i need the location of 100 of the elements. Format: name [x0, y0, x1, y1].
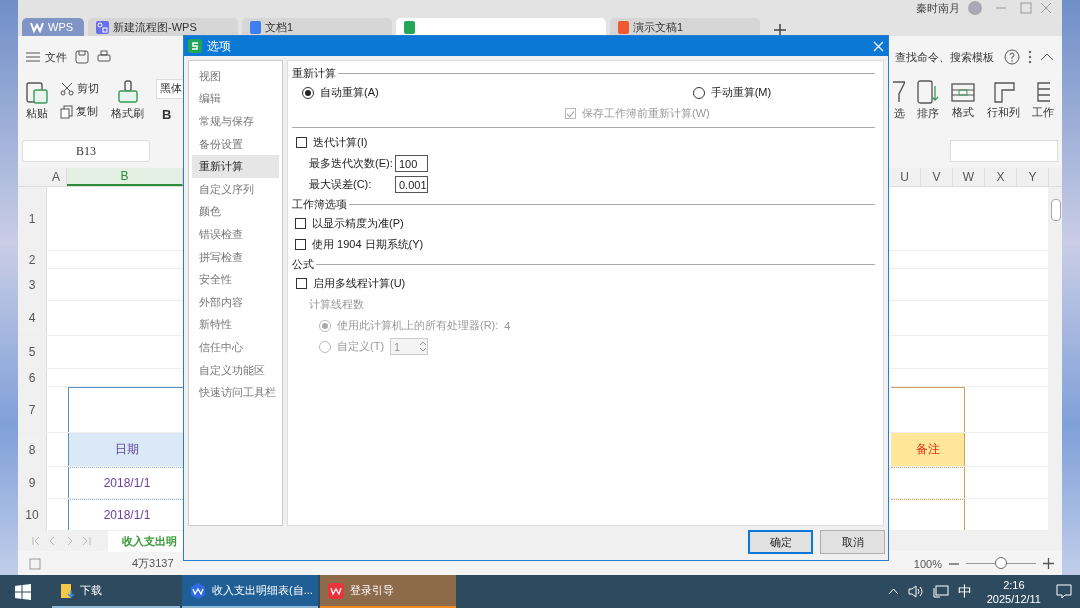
- nav-item[interactable]: 信任中心: [192, 336, 279, 359]
- presentation-icon: [618, 20, 629, 34]
- radio-button[interactable]: [692, 86, 705, 99]
- input-field[interactable]: 100: [395, 155, 428, 172]
- ok-button[interactable]: 确定: [748, 530, 813, 554]
- spreadsheet-icon: [404, 20, 415, 34]
- sort-button[interactable]: 排序: [913, 79, 943, 121]
- formula-field[interactable]: [950, 140, 1058, 162]
- nav-item[interactable]: 拼写检查: [192, 245, 279, 269]
- table-header-cell: 备注: [891, 433, 965, 466]
- checkbox-label[interactable]: 以显示精度为准(P): [312, 216, 404, 231]
- save-icon[interactable]: [75, 50, 89, 64]
- taskbar-item[interactable]: 下载: [52, 575, 180, 608]
- file-menu[interactable]: 文件: [26, 49, 67, 65]
- format-button[interactable]: 格式: [947, 80, 979, 120]
- command-search[interactable]: 查找命令、搜索模板: [895, 49, 994, 65]
- row-header[interactable]: 9: [18, 467, 47, 498]
- input-method-indicator[interactable]: 中: [957, 582, 972, 601]
- field-label: 最大误差(C):: [309, 177, 373, 192]
- row-header[interactable]: 4: [18, 301, 47, 335]
- nav-item[interactable]: 错误检查: [192, 223, 279, 246]
- table-header-cell: 日期: [68, 433, 185, 466]
- row-header[interactable]: 8: [18, 433, 47, 466]
- row-header[interactable]: 6: [18, 369, 47, 386]
- row-header[interactable]: 3: [18, 269, 47, 300]
- group-label: 计算线程数: [309, 297, 364, 312]
- brush-button[interactable]: 格式刷: [107, 79, 148, 121]
- notification-icon[interactable]: [1056, 584, 1072, 599]
- cancel-button[interactable]: 取消: [820, 530, 885, 554]
- nav-item[interactable]: 自定义序列: [192, 177, 279, 201]
- wps-logo-icon: [190, 582, 206, 599]
- new-tab-icon[interactable]: [774, 24, 786, 36]
- bold-button[interactable]: B: [162, 106, 172, 122]
- nav-item[interactable]: 重新计算: [192, 155, 279, 178]
- section-heading: 公式: [292, 256, 314, 272]
- nav-item[interactable]: 编辑: [192, 87, 279, 111]
- paste-button[interactable]: 粘贴: [22, 79, 52, 121]
- nav-item[interactable]: 自定义功能区: [192, 358, 279, 382]
- name-box[interactable]: B13: [22, 140, 150, 162]
- document-tab[interactable]: 文档1: [242, 18, 392, 36]
- print-icon[interactable]: [97, 50, 111, 64]
- nav-item[interactable]: 安全性: [192, 268, 279, 291]
- sheet-button[interactable]: 工作: [1028, 80, 1058, 120]
- filter-button[interactable]: 选: [889, 79, 909, 121]
- radio-label[interactable]: 自动重算(A): [320, 85, 379, 100]
- radio-label[interactable]: 手动重算(M): [710, 85, 772, 100]
- copy-icon: [60, 104, 73, 119]
- help-icon[interactable]: [1004, 49, 1020, 65]
- more-icon[interactable]: [1028, 50, 1032, 64]
- rowcol-button[interactable]: 行和列: [983, 80, 1024, 120]
- checkbox-label[interactable]: 迭代计算(I): [313, 135, 368, 150]
- nav-item[interactable]: 新特性: [192, 313, 279, 337]
- collapse-icon[interactable]: [1040, 53, 1054, 61]
- wps-logo-icon: [30, 21, 44, 33]
- user-name: 秦时南月: [916, 0, 960, 16]
- nav-item[interactable]: 外部内容: [192, 290, 279, 314]
- checkbox[interactable]: [296, 278, 307, 289]
- nav-item[interactable]: 颜色: [192, 200, 279, 224]
- zoom-in-icon[interactable]: [1043, 558, 1054, 569]
- column-header[interactable]: W: [953, 168, 985, 186]
- column-header[interactable]: X: [985, 168, 1017, 186]
- section-heading: 重新计算: [292, 65, 336, 81]
- nav-item[interactable]: 快速访问工具栏: [192, 381, 279, 404]
- column-header[interactable]: B: [67, 168, 183, 186]
- clock-date[interactable]: 2025/12/11: [986, 591, 1041, 606]
- clock-time[interactable]: 2:16: [1003, 577, 1025, 592]
- document-tab[interactable]: [396, 18, 606, 36]
- cut-button[interactable]: 剪切: [60, 81, 99, 96]
- copy-button[interactable]: 复制: [60, 104, 98, 119]
- checkbox[interactable]: [296, 137, 307, 148]
- row-header[interactable]: 7: [18, 387, 47, 432]
- checkbox[interactable]: [295, 239, 306, 250]
- zoom-slider[interactable]: [995, 557, 1007, 569]
- nav-item[interactable]: 常规与保存: [192, 110, 279, 133]
- checkbox-label[interactable]: 使用 1904 日期系统(Y): [312, 237, 424, 252]
- checkbox[interactable]: [295, 218, 306, 229]
- chevron-up-icon[interactable]: [887, 588, 899, 595]
- column-header[interactable]: V: [921, 168, 953, 186]
- status-count: 4万3137: [132, 556, 174, 571]
- document-tab[interactable]: 演示文稿1: [610, 18, 760, 36]
- taskbar-item[interactable]: 收入支出明细表(自...: [182, 575, 318, 608]
- column-header[interactable]: Y: [1017, 168, 1049, 186]
- wps-logo-icon: [328, 582, 344, 599]
- network-icon[interactable]: [932, 585, 949, 598]
- taskbar-item[interactable]: 登录引导: [320, 575, 456, 608]
- vertical-scrollbar[interactable]: [1048, 187, 1062, 531]
- row-header[interactable]: 1: [18, 187, 47, 250]
- document-tab[interactable]: 新建流程图-WPS: [88, 18, 238, 36]
- windows-start-icon[interactable]: [15, 583, 31, 600]
- zoom-level[interactable]: 100%: [913, 557, 942, 570]
- input-field[interactable]: 0.001: [395, 176, 428, 193]
- row-header[interactable]: 2: [18, 251, 47, 268]
- rows-columns-icon: [992, 80, 1015, 103]
- volume-icon[interactable]: [907, 585, 924, 598]
- row-header[interactable]: 10: [18, 499, 47, 530]
- checkbox-label[interactable]: 启用多线程计算(U): [313, 276, 406, 291]
- nav-item[interactable]: 备份设置: [192, 132, 279, 156]
- radio-button[interactable]: [302, 86, 314, 99]
- nav-item[interactable]: 视图: [192, 65, 279, 88]
- row-header[interactable]: 5: [18, 336, 47, 368]
